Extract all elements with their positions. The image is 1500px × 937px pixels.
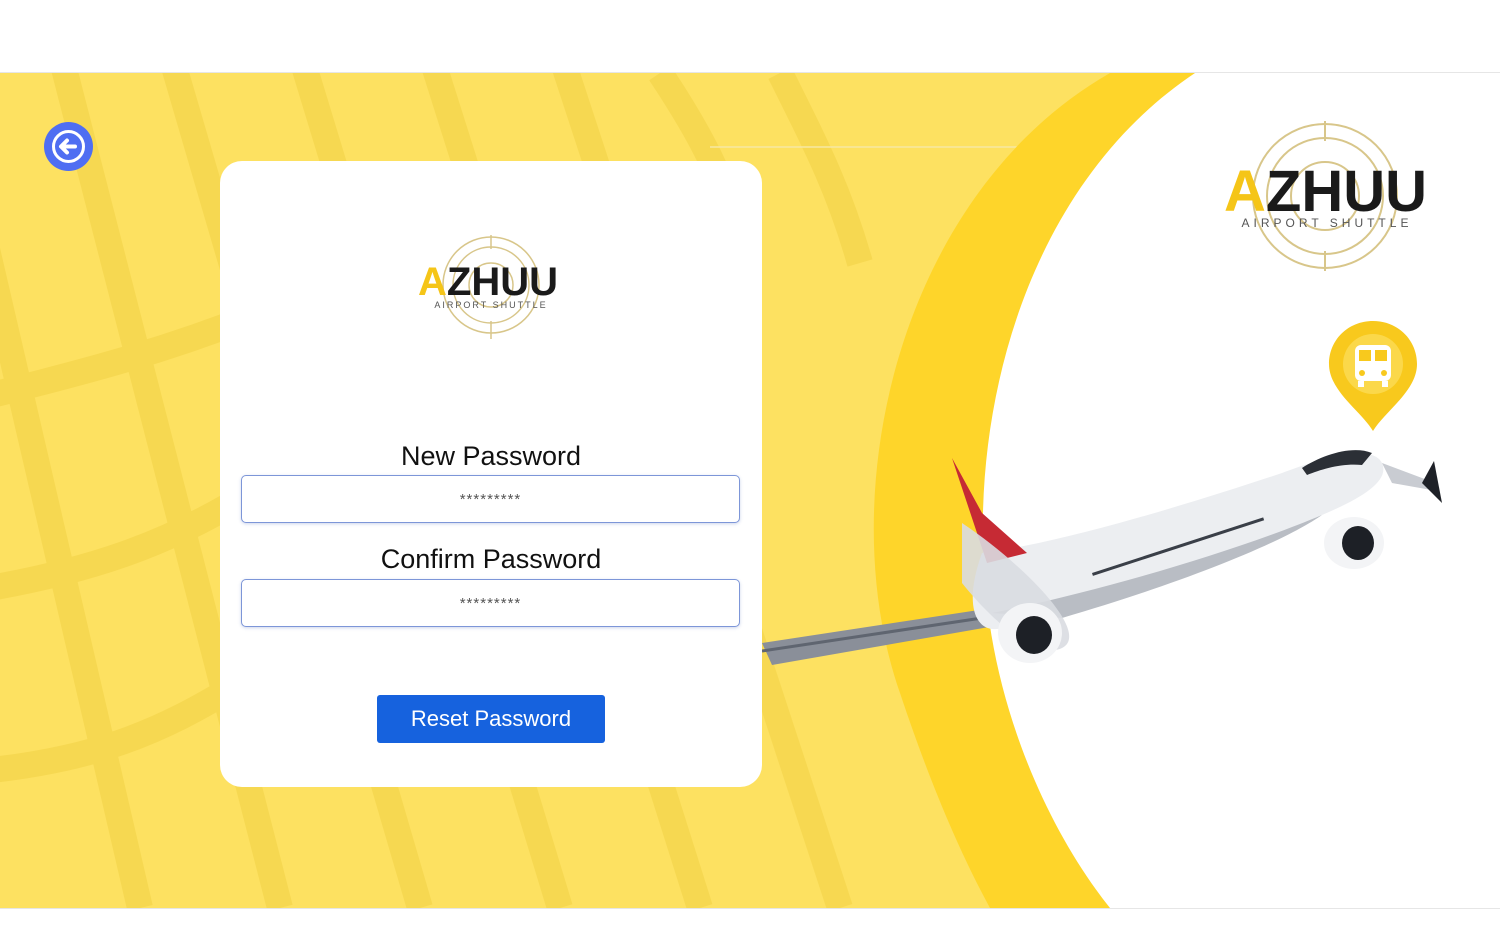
- reset-password-button[interactable]: Reset Password: [377, 695, 605, 743]
- brand-logo-wordmark: ZHUU: [1266, 159, 1427, 224]
- brand-logo-accent-letter: A: [1224, 159, 1266, 224]
- back-button[interactable]: [44, 122, 93, 171]
- brand-logo-tagline: AIRPORT SHUTTLE: [1242, 216, 1413, 230]
- confirm-password-label: Confirm Password: [380, 544, 602, 574]
- logo-tagline: AIRPORT SHUTTLE: [434, 300, 547, 310]
- airplane-illustration: [762, 450, 1442, 665]
- bus-icon: [1355, 345, 1391, 387]
- confirm-password-input[interactable]: [241, 579, 740, 627]
- svg-text:AZHUU: AZHUU: [1224, 159, 1427, 224]
- svg-text:AZHUU: AZHUU: [418, 260, 558, 304]
- azhuu-logo: AZHUU AIRPORT SHUTTLE: [418, 235, 558, 339]
- new-password-input[interactable]: [241, 475, 740, 523]
- reset-password-card: AZHUU AIRPORT SHUTTLE New Password Confi…: [220, 161, 762, 787]
- azhuu-brand-logo: AZHUU AIRPORT SHUTTLE: [1224, 121, 1427, 271]
- logo-wordmark: ZHUU: [447, 260, 558, 304]
- new-password-label: New Password: [400, 441, 582, 471]
- reset-password-screen: AZHUU AIRPORT SHUTTLE New Password Confi…: [0, 72, 1500, 909]
- logo-accent-letter: A: [418, 260, 447, 304]
- arrow-left-icon: [52, 130, 85, 163]
